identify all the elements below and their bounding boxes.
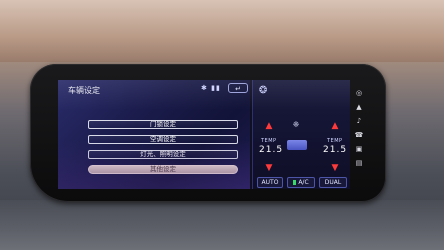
ac-button[interactable]: A/C bbox=[287, 177, 315, 188]
menu-item-other[interactable]: 其他设定 bbox=[88, 165, 238, 174]
right-temp-up-icon[interactable]: ▲ bbox=[329, 120, 341, 132]
menu-item-air-conditioning[interactable]: 空调设定 bbox=[88, 135, 238, 144]
music-icon[interactable]: ♪ bbox=[352, 114, 366, 128]
seat-icon[interactable]: ❂ bbox=[259, 85, 275, 99]
dual-button[interactable]: DUAL bbox=[319, 177, 347, 188]
navigation-icon[interactable]: ◎ bbox=[352, 86, 366, 100]
info-icon[interactable]: ▣ bbox=[352, 142, 366, 156]
back-button[interactable]: ↵ bbox=[228, 83, 248, 93]
side-icon-strip: ◎ ▲ ♪ ☎ ▣ ▤ bbox=[352, 86, 366, 186]
left-temp-label: TEMP bbox=[261, 138, 277, 144]
map-icon[interactable]: ▲ bbox=[352, 100, 366, 114]
menu-item-lighting[interactable]: 灯光、照明设定 bbox=[88, 150, 238, 159]
air-mode-icon[interactable] bbox=[287, 140, 307, 150]
climate-panel: ❂ ▲ ▲ ❈ TEMP 21.5 TEMP 21.5 ▼ ▼ AUTO A/C… bbox=[252, 80, 350, 189]
vehicle-settings-panel: 车辆设定 ✱ ▮▮ ↵ 门锁设定 空调设定 灯光、照明设定 其他设定 bbox=[58, 80, 250, 189]
menu-item-door-lock[interactable]: 门锁设定 bbox=[88, 120, 238, 129]
fan-icon[interactable]: ❈ bbox=[285, 120, 307, 130]
phone-icon[interactable]: ☎ bbox=[352, 128, 366, 142]
dashboard-bottom bbox=[0, 200, 444, 250]
left-temp-value: 21.5 bbox=[259, 145, 284, 155]
right-temp-label: TEMP bbox=[327, 138, 343, 144]
setup-icon[interactable]: ▤ bbox=[352, 156, 366, 170]
left-temp-down-icon[interactable]: ▼ bbox=[263, 162, 275, 174]
dashboard-top bbox=[0, 0, 444, 62]
right-temp-down-icon[interactable]: ▼ bbox=[329, 162, 341, 174]
infotainment-screen: 车辆设定 ✱ ▮▮ ↵ 门锁设定 空调设定 灯光、照明设定 其他设定 ❂ ▲ ▲… bbox=[58, 80, 350, 189]
settings-title: 车辆设定 bbox=[68, 86, 100, 95]
ac-indicator bbox=[293, 180, 297, 185]
status-icons: ✱ ▮▮ bbox=[201, 84, 221, 92]
ac-label: A/C bbox=[298, 179, 309, 186]
left-temp-up-icon[interactable]: ▲ bbox=[263, 120, 275, 132]
auto-button[interactable]: AUTO bbox=[257, 177, 283, 188]
right-temp-value: 21.5 bbox=[323, 145, 348, 155]
